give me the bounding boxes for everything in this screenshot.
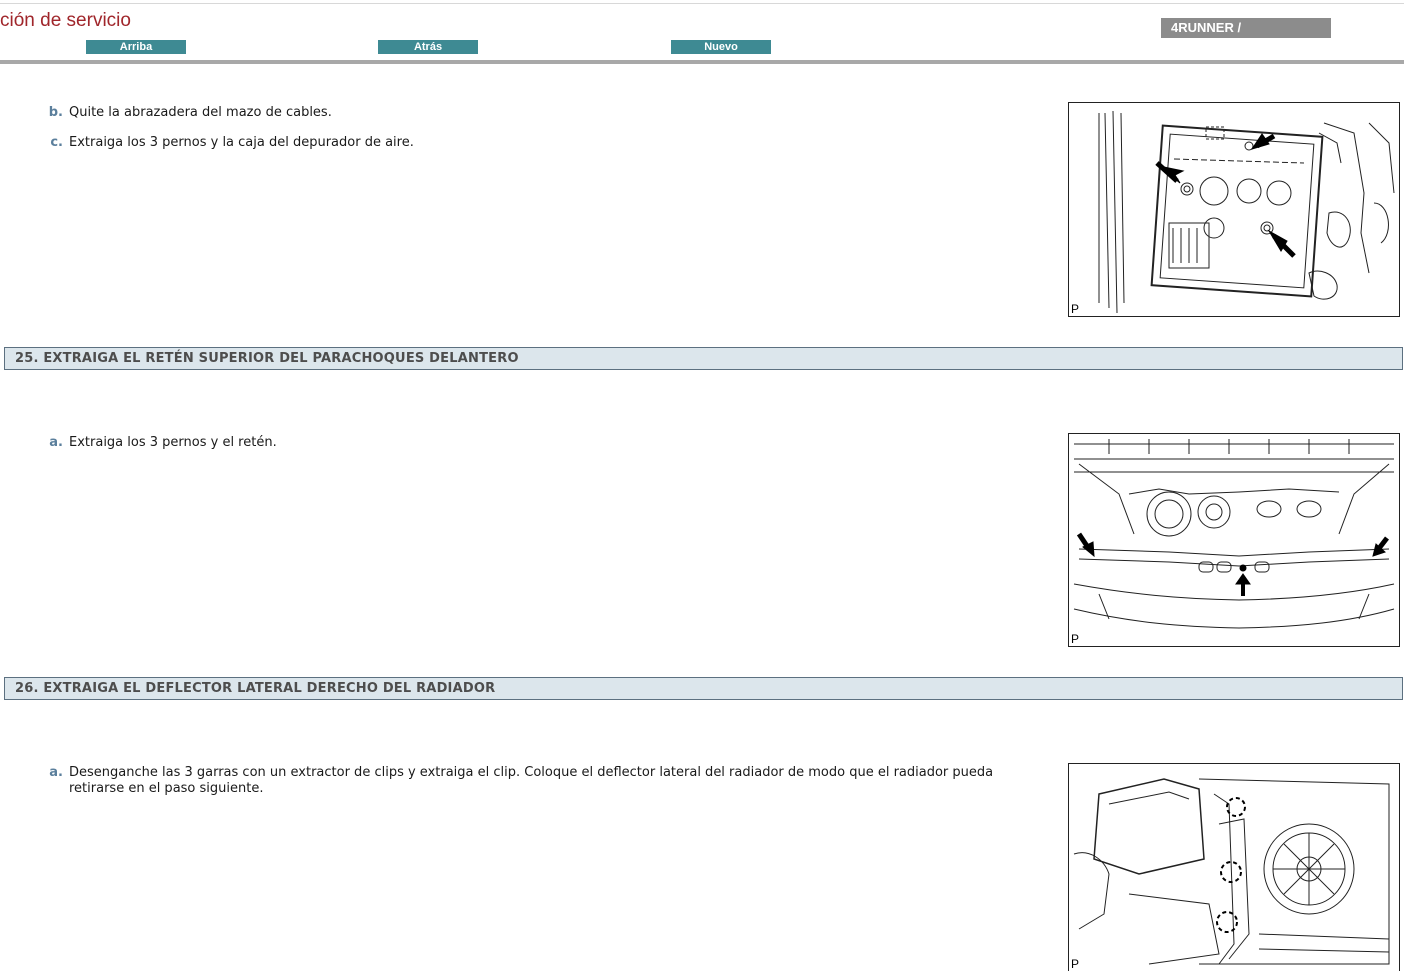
- top-button[interactable]: Arriba: [86, 40, 186, 54]
- figure-radiator-deflector: P: [1068, 763, 1400, 971]
- step-letter: a.: [49, 765, 63, 780]
- header-separator: [0, 60, 1404, 64]
- step-letter: c.: [50, 135, 63, 150]
- figure-label: P: [1071, 302, 1080, 316]
- step-letter: a.: [49, 435, 63, 450]
- step-text: Extraiga los 3 pernos y la caja del depu…: [69, 135, 414, 150]
- figure-bumper-retainer: P: [1068, 433, 1400, 647]
- figure-air-cleaner: P: [1068, 102, 1400, 317]
- bumper-retainer-illustration: [1073, 439, 1395, 629]
- top-border: [0, 3, 1404, 4]
- step-c: c. Extraiga los 3 pernos y la caja del d…: [45, 135, 1025, 153]
- section-header-25: 25. EXTRAIGA EL RETÉN SUPERIOR DEL PARAC…: [4, 347, 1403, 370]
- figure-label: P: [1071, 632, 1080, 646]
- step-letter: b.: [48, 105, 63, 120]
- page-title: ción de servicio: [0, 10, 131, 31]
- step-text: Extraiga los 3 pernos y el retén.: [69, 435, 277, 450]
- model-badge: 4RUNNER /: [1161, 18, 1331, 38]
- figure-label: P: [1071, 957, 1080, 971]
- back-button[interactable]: Atrás: [378, 40, 478, 54]
- step-b: b. Quite la abrazadera del mazo de cable…: [45, 105, 1025, 123]
- section-header-26: 26. EXTRAIGA EL DEFLECTOR LATERAL DERECH…: [4, 677, 1403, 700]
- step-text: Desenganche las 3 garras con un extracto…: [69, 765, 994, 796]
- step-26a: a. Desenganche las 3 garras con un extra…: [45, 765, 1025, 801]
- air-cleaner-illustration: [1098, 110, 1395, 314]
- radiator-deflector-illustration: [1073, 778, 1390, 965]
- new-button[interactable]: Nuevo: [671, 40, 771, 54]
- step-25a: a. Extraiga los 3 pernos y el retén.: [45, 435, 1025, 453]
- step-text: Quite la abrazadera del mazo de cables.: [69, 105, 332, 120]
